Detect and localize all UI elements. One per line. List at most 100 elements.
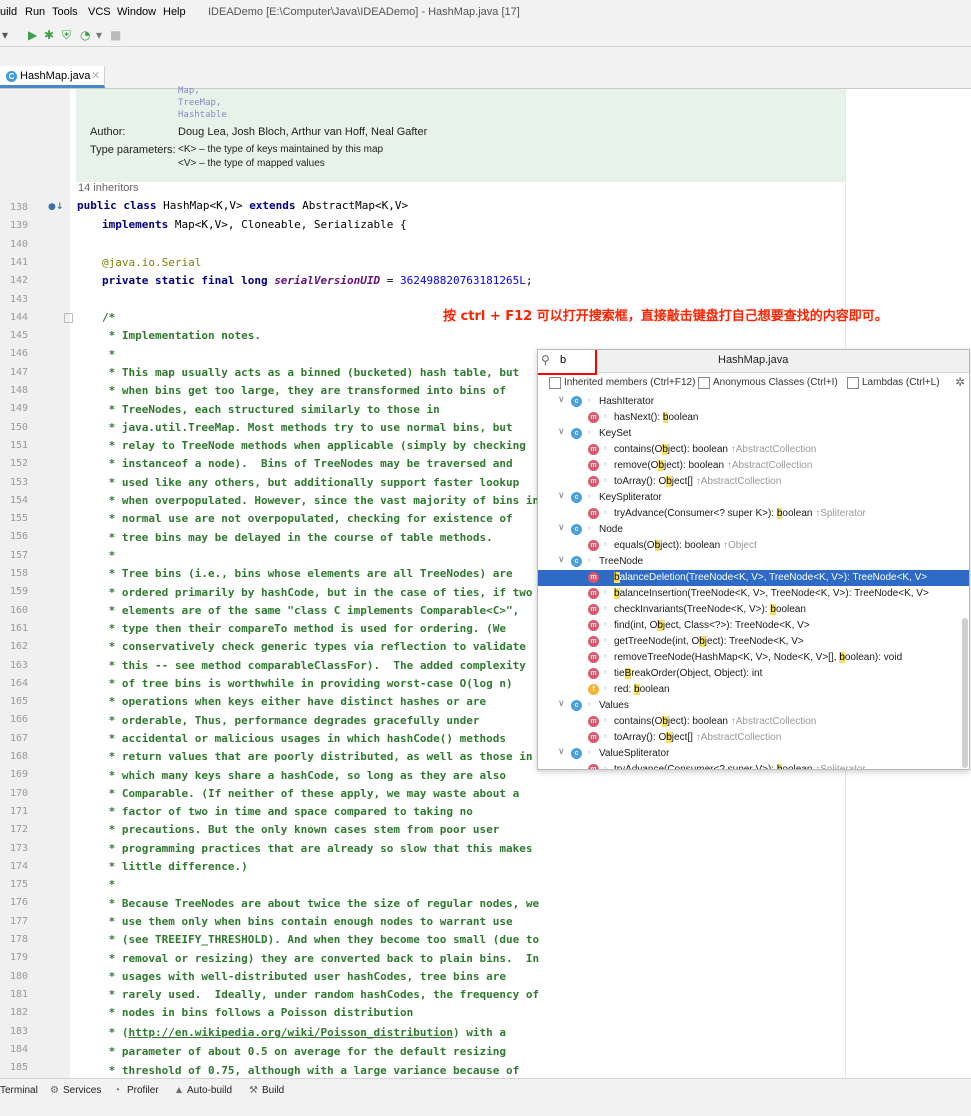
visibility-icon: ◦	[587, 492, 592, 501]
class-icon: C	[6, 71, 17, 82]
method-icon: m	[588, 444, 599, 455]
menu-vcs[interactable]: VCS	[88, 6, 111, 18]
line-number-gutter	[0, 89, 70, 1078]
chevron-down-icon[interactable]: ∨	[558, 395, 565, 405]
class-icon: c	[571, 492, 582, 503]
tree-class-node[interactable]: ∨ c ◦ HashIterator	[538, 394, 969, 410]
tree-method-node[interactable]: m ◦ tieBreakOrder(Object, Object): int	[538, 666, 969, 682]
anonymous-classes-checkbox[interactable]	[698, 377, 710, 389]
tree-method-node[interactable]: m ◦ tryAdvance(Consumer<? super V>): boole…	[538, 762, 969, 770]
tree-node-label: KeySet	[599, 428, 632, 439]
profiler-icon: ◔	[114, 1085, 121, 1096]
profiler-tab[interactable]: Profiler	[127, 1085, 159, 1096]
poisson-link[interactable]: http://en.wikipedia.org/wiki/Poisson_dis…	[129, 1026, 454, 1039]
chevron-down-icon[interactable]: ∨	[558, 555, 565, 565]
run-icon[interactable]: ▶	[28, 28, 37, 42]
comment-line: * java.util.TreeMap. Most methods try to…	[102, 420, 513, 434]
debug-icon[interactable]: ✱	[44, 28, 54, 42]
tree-node-label: Values	[599, 700, 629, 711]
structure-search-input[interactable]: ⚲ b	[538, 350, 597, 375]
gear-icon[interactable]: ✲	[955, 375, 965, 389]
tree-class-node[interactable]: ∨ c ◦ KeySet	[538, 426, 969, 442]
tree-method-node[interactable]: m ◦ removeTreeNode(HashMap<K, V>, Node<K, …	[538, 650, 969, 666]
tree-method-node[interactable]: m ◦ toArray(): Object[] ↑AbstractCollectio…	[538, 474, 969, 490]
tree-field-node[interactable]: f ◦ red: boolean	[538, 682, 969, 698]
method-icon: m	[588, 668, 599, 679]
tree-method-node[interactable]: m ◦ equals(Object): boolean ↑Object	[538, 538, 969, 554]
menu-build[interactable]: uild	[0, 6, 17, 18]
inherited-members-checkbox[interactable]	[549, 377, 561, 389]
comment-line: * accidental or malicious usages in whic…	[102, 731, 506, 745]
tree-method-node[interactable]: m ◦ checkInvariants(TreeNode<K, V>): boole…	[538, 602, 969, 618]
menu-help[interactable]: Help	[163, 6, 186, 18]
doc-author-value: Doug Lea, Josh Bloch, Arthur van Hoff, N…	[178, 126, 428, 138]
comment-line: * factor of two in time and space compar…	[102, 805, 473, 819]
class-icon: c	[571, 748, 582, 759]
comment-line: * This map usually acts as a binned (buc…	[102, 365, 520, 379]
lambdas-checkbox[interactable]	[847, 377, 859, 389]
visibility-icon: ◦	[603, 764, 608, 770]
line-number: 148	[9, 385, 28, 396]
run-options-icon[interactable]: ▾	[96, 28, 102, 42]
class-icon: c	[571, 428, 582, 439]
line-number: 179	[9, 952, 28, 964]
tab-hashmap-java[interactable]: C HashMap.java ✕	[0, 66, 105, 88]
tree-method-node[interactable]: m ◦ getTreeNode(int, Object): TreeNode<K, …	[538, 634, 969, 650]
visibility-icon: ◦	[603, 588, 608, 597]
auto-build-tab[interactable]: Auto-build	[187, 1085, 232, 1096]
tree-class-node[interactable]: ∨ c ◦ Values	[538, 698, 969, 714]
tree-class-node[interactable]: ∨ c ◦ KeySpliterator	[538, 490, 969, 506]
popup-header: ⚲ b HashMap.java	[538, 350, 969, 375]
menu-tools[interactable]: Tools	[52, 6, 78, 18]
comment-line: * this -- see method comparableClassFor)…	[102, 658, 526, 672]
fold-marker-icon[interactable]	[64, 313, 73, 323]
toolbar: ▾ ▶ ✱ ⛨ ◔ ▾ ■	[0, 24, 971, 47]
chevron-down-icon[interactable]: ∨	[558, 699, 565, 709]
line-number: 176	[9, 897, 28, 909]
tree-method-node[interactable]: m ◦ contains(Object): boolean ↑AbstractCol…	[538, 714, 969, 730]
coverage-icon[interactable]: ⛨	[62, 28, 71, 43]
terminal-tab[interactable]: Terminal	[0, 1085, 38, 1096]
tree-node-label: removeTreeNode(HashMap<K, V>, Node<K, V>…	[614, 652, 903, 663]
visibility-icon: ◦	[587, 556, 592, 565]
tree-class-node[interactable]: ∨ c ◦ TreeNode	[538, 554, 969, 570]
inheritors-hint[interactable]: 14 inheritors	[78, 182, 139, 194]
visibility-icon: ◦	[603, 636, 608, 645]
tree-method-node[interactable]: m ◦ contains(Object): boolean ↑AbstractCol…	[538, 442, 969, 458]
profile-icon[interactable]: ◔	[80, 28, 90, 42]
chevron-down-icon[interactable]: ∨	[558, 427, 565, 437]
comment-line: * tree bins may be delayed in the course…	[102, 530, 493, 544]
tree-method-node[interactable]: m ◦ remove(Object): boolean ↑AbstractColle…	[538, 458, 969, 474]
tree-method-node[interactable]: m ◦ find(int, Object, Class<?>): TreeNode<…	[538, 618, 969, 634]
chevron-down-icon[interactable]: ∨	[558, 523, 565, 533]
stop-icon[interactable]: ■	[110, 28, 121, 42]
tree-class-node[interactable]: ∨ c ◦ Node	[538, 522, 969, 538]
implemented-icon[interactable]: ●↓	[48, 202, 63, 212]
dropdown-icon[interactable]: ▾	[2, 28, 8, 42]
menu-run[interactable]: Run	[25, 6, 45, 18]
tree-class-node[interactable]: ∨ c ◦ ValueSpliterator	[538, 746, 969, 762]
close-icon[interactable]: ✕	[91, 69, 100, 82]
chevron-down-icon[interactable]: ∨	[558, 491, 565, 501]
line-number: 161	[9, 622, 28, 634]
code-line-138: public class HashMap<K,V> extends Abstra…	[77, 199, 409, 212]
menu-window[interactable]: Window	[117, 6, 156, 18]
tool-window-bar: Terminal ⚙ Services ◔ Profiler ▲ Auto-bu…	[0, 1078, 971, 1116]
build-tab[interactable]: Build	[262, 1085, 284, 1096]
tree-method-node[interactable]: m ◦ balanceDeletion(TreeNode<K, V>, TreeNo…	[538, 570, 969, 586]
visibility-icon: ◦	[587, 396, 592, 405]
tree-method-node[interactable]: m ◦ hasNext(): boolean	[538, 410, 969, 426]
comment-line: * rarely used. Ideally, under random has…	[102, 988, 540, 1002]
tree-node-label: toArray(): Object[] ↑AbstractCollection	[614, 476, 782, 487]
line-number: 169	[9, 769, 28, 781]
window-title: IDEADemo [E:\Computer\Java\IDEADemo] - H…	[208, 6, 520, 18]
tree-method-node[interactable]: m ◦ tryAdvance(Consumer<? super K>): boole…	[538, 506, 969, 522]
doc-author-label: Author:	[90, 126, 126, 138]
tree-method-node[interactable]: m ◦ toArray(): Object[] ↑AbstractCollectio…	[538, 730, 969, 746]
tree-node-label: ValueSpliterator	[599, 748, 670, 759]
popup-scrollbar[interactable]	[962, 618, 968, 768]
tree-method-node[interactable]: m ◦ balanceInsertion(TreeNode<K, V>, TreeN…	[538, 586, 969, 602]
line-number: 165	[9, 696, 28, 708]
chevron-down-icon[interactable]: ∨	[558, 747, 565, 757]
services-tab[interactable]: Services	[63, 1085, 101, 1096]
